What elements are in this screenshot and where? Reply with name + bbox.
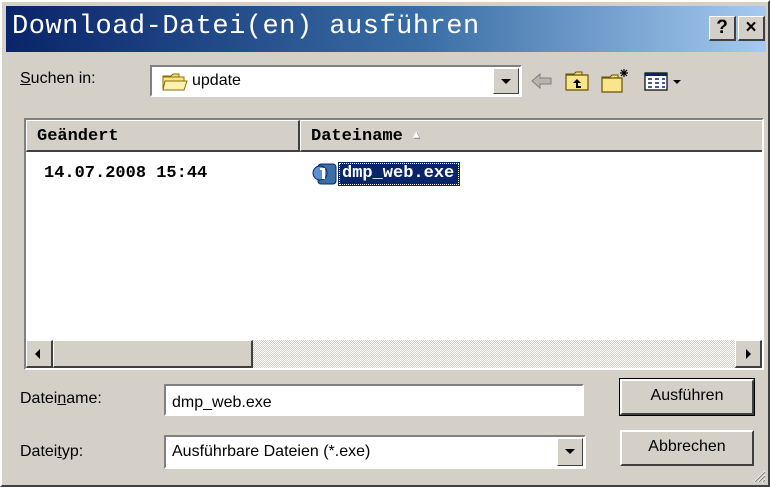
- view-menu-icon[interactable]: [642, 68, 686, 94]
- look-in-dropdown-button[interactable]: [493, 68, 519, 94]
- column-header-filename-label: Dateiname: [311, 127, 403, 146]
- look-in-accel: S: [20, 70, 31, 87]
- filetype-combobox[interactable]: Ausführbare Dateien (*.exe): [164, 435, 586, 469]
- scroll-thumb[interactable]: [53, 340, 253, 368]
- up-one-level-icon[interactable]: [564, 68, 592, 94]
- run-button[interactable]: Ausführen: [619, 378, 755, 416]
- folder-icon: [162, 73, 188, 91]
- title-bar[interactable]: Download-Datei(en) ausführen ? ×: [6, 6, 766, 52]
- close-button[interactable]: ×: [738, 16, 765, 41]
- filetype-label-rest: yp:: [61, 443, 84, 460]
- filetype-label: Dateityp:: [20, 443, 83, 461]
- filename-label: Dateiname:: [20, 390, 102, 408]
- look-in-value: update: [192, 72, 241, 89]
- list-item[interactable]: 14.07.2008 15:44 dmp_web.exe: [26, 160, 762, 188]
- filename-label-prefix: Datei: [20, 390, 58, 407]
- scroll-left-button[interactable]: [26, 340, 53, 368]
- filename-input[interactable]: [164, 384, 584, 416]
- new-folder-icon[interactable]: [600, 68, 630, 94]
- column-header-filename[interactable]: Dateiname ▲: [300, 120, 762, 152]
- file-changed-date: 14.07.2008 15:44: [44, 164, 208, 183]
- filetype-dropdown-button[interactable]: [557, 438, 583, 466]
- look-in-combobox[interactable]: update: [150, 65, 522, 97]
- file-list[interactable]: Geändert Dateiname ▲ 14.07.2008 15:44 dmp…: [24, 118, 764, 370]
- help-button[interactable]: ?: [709, 16, 736, 41]
- column-header-changed[interactable]: Geändert: [26, 120, 300, 152]
- filename-label-rest: ame:: [66, 390, 102, 407]
- filename-label-accel: n: [57, 390, 67, 407]
- window-title: Download-Datei(en) ausführen: [12, 12, 480, 42]
- download-dialog: Download-Datei(en) ausführen ? × Suchen …: [0, 0, 770, 487]
- look-in-label: Suchen in:: [20, 70, 96, 88]
- look-in-label-rest: uchen in:: [30, 70, 96, 87]
- sort-ascending-icon: ▲: [412, 130, 420, 142]
- resize-grip-icon[interactable]: [750, 467, 766, 483]
- column-header-changed-label: Geändert: [37, 127, 119, 146]
- horizontal-scrollbar[interactable]: [26, 340, 762, 368]
- file-name-selected[interactable]: dmp_web.exe: [338, 162, 461, 186]
- filetype-value: Ausführbare Dateien (*.exe): [172, 443, 371, 460]
- filetype-label-prefix: Datei: [20, 443, 58, 460]
- cancel-button[interactable]: Abbrechen: [620, 430, 754, 466]
- back-arrow-icon[interactable]: [529, 68, 555, 94]
- executable-file-icon: [312, 163, 337, 185]
- scroll-right-button[interactable]: [735, 340, 762, 368]
